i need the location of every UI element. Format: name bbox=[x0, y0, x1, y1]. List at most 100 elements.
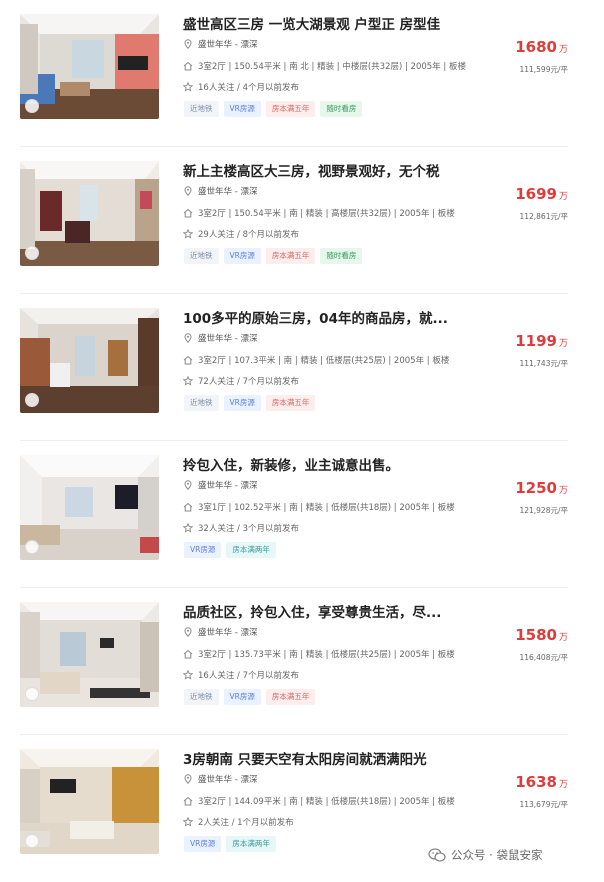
house-icon bbox=[183, 208, 193, 218]
house-info-row: 3室2厅 | 107.3平米 | 南 | 精装 | 低楼层(共25层) | 20… bbox=[183, 354, 449, 366]
follow-row: 16人关注 / 4个月以前发布 bbox=[183, 81, 299, 93]
vr-view-icon bbox=[25, 246, 39, 260]
house-info-row: 3室2厅 | 150.54平米 | 南 北 | 精装 | 中楼层(共32层) |… bbox=[183, 60, 466, 72]
unit-price: 113,679元/平 bbox=[519, 800, 568, 809]
follow-info: 16人关注 / 4个月以前发布 bbox=[198, 83, 299, 93]
tag-list: 近地铁 VR房源 房本满五年 bbox=[184, 689, 316, 705]
follow-info: 29人关注 / 8个月以前发布 bbox=[198, 230, 299, 240]
house-info: 3室2厅 | 107.3平米 | 南 | 精装 | 低楼层(共25层) | 20… bbox=[198, 356, 450, 366]
total-price: 1699 万 bbox=[515, 184, 568, 203]
listing-card[interactable]: 盛世高区三房 一览大湖景观 户型正 房型佳 盛世年华 - 漂深 3室2厅 | 1… bbox=[0, 0, 604, 147]
tag: 房本满五年 bbox=[265, 101, 316, 117]
tag: 近地铁 bbox=[184, 395, 219, 411]
house-icon bbox=[183, 649, 193, 659]
tag: VR房源 bbox=[223, 395, 261, 411]
star-icon bbox=[183, 817, 193, 827]
tag-list: VR房源 房本满两年 bbox=[184, 836, 276, 852]
star-icon bbox=[183, 229, 193, 239]
price-unit: 万 bbox=[558, 486, 568, 496]
unit-price: 121,928元/平 bbox=[519, 506, 568, 515]
listing-card[interactable]: 拎包入住，新装修，业主诚意出售。 盛世年华 - 漂深 3室1厅 | 102.52… bbox=[0, 441, 604, 588]
listing-card[interactable]: 品质社区，拎包入住，享受尊贵生活，尽... 盛世年华 - 漂深 3室2厅 | 1… bbox=[0, 588, 604, 735]
tag: VR房源 bbox=[223, 101, 261, 117]
house-info-row: 3室2厅 | 150.54平米 | 南 | 精装 | 高楼层(共32层) | 2… bbox=[183, 207, 455, 219]
location-row: 盛世年华 - 漂深 bbox=[183, 479, 257, 491]
location-row: 盛世年华 - 漂深 bbox=[183, 626, 257, 638]
house-icon bbox=[183, 355, 193, 365]
tag: 随时看房 bbox=[320, 248, 363, 264]
house-info: 3室2厅 | 135.73平米 | 南 | 精装 | 低楼层(共25层) | 2… bbox=[198, 650, 455, 660]
tag: VR房源 bbox=[184, 542, 222, 558]
follow-row: 72人关注 / 7个月以前发布 bbox=[183, 375, 299, 387]
price-unit: 万 bbox=[558, 45, 568, 55]
star-icon bbox=[183, 82, 193, 92]
price-unit: 万 bbox=[558, 192, 568, 202]
house-info-row: 3室2厅 | 135.73平米 | 南 | 精装 | 低楼层(共25层) | 2… bbox=[183, 648, 455, 660]
community-link[interactable]: 盛世年华 - 漂深 bbox=[198, 38, 257, 50]
price-unit: 万 bbox=[558, 339, 568, 349]
location-row: 盛世年华 - 漂深 bbox=[183, 332, 257, 344]
room-photo-image bbox=[20, 749, 159, 854]
star-icon bbox=[183, 523, 193, 533]
tag: 随时看房 bbox=[320, 101, 363, 117]
community-link[interactable]: 盛世年华 - 漂深 bbox=[198, 626, 257, 638]
community-link[interactable]: 盛世年华 - 漂深 bbox=[198, 773, 257, 785]
tag: 房本满两年 bbox=[226, 542, 276, 558]
listing-photo[interactable] bbox=[20, 455, 159, 560]
listing-photo[interactable] bbox=[20, 749, 159, 854]
house-info-row: 3室2厅 | 144.09平米 | 南 | 精装 | 低楼层(共18层) | 2… bbox=[183, 795, 455, 807]
house-icon bbox=[183, 502, 193, 512]
room-photo-image bbox=[20, 14, 159, 119]
house-info: 3室2厅 | 144.09平米 | 南 | 精装 | 低楼层(共18层) | 2… bbox=[198, 797, 455, 807]
community-link[interactable]: 盛世年华 - 漂深 bbox=[198, 185, 257, 197]
room-photo-image bbox=[20, 455, 159, 560]
unit-price: 111,743元/平 bbox=[519, 359, 568, 368]
listing-photo[interactable] bbox=[20, 308, 159, 413]
price-unit: 万 bbox=[558, 633, 568, 643]
follow-info: 32人关注 / 3个月以前发布 bbox=[198, 524, 299, 534]
tag: 近地铁 bbox=[184, 101, 219, 117]
location-pin-icon bbox=[184, 627, 192, 637]
listing-card[interactable]: 新上主楼高区大三房，视野景观好，无个税 盛世年华 - 漂深 3室2厅 | 150… bbox=[0, 147, 604, 294]
unit-price: 112,861元/平 bbox=[519, 212, 568, 221]
room-photo-image bbox=[20, 161, 159, 266]
vr-view-icon bbox=[25, 99, 39, 113]
vr-view-icon bbox=[25, 687, 39, 701]
listing-title[interactable]: 盛世高区三房 一览大湖景观 户型正 房型佳 bbox=[183, 13, 440, 33]
listing-title[interactable]: 品质社区，拎包入住，享受尊贵生活，尽... bbox=[183, 601, 441, 621]
watermark: 公众号 · 袋鼠安家 bbox=[428, 847, 542, 863]
listing-photo[interactable] bbox=[20, 14, 159, 119]
follow-row: 16人关注 / 7个月以前发布 bbox=[183, 669, 299, 681]
tag: 房本满两年 bbox=[226, 836, 276, 852]
listing-photo[interactable] bbox=[20, 602, 159, 707]
vr-view-icon bbox=[25, 393, 39, 407]
unit-price: 111,599元/平 bbox=[519, 65, 568, 74]
price-value: 1680 bbox=[515, 38, 557, 56]
wechat-icon bbox=[428, 848, 446, 862]
listing-title[interactable]: 3房朝南 只要天空有太阳房间就洒满阳光 bbox=[183, 748, 427, 768]
price-value: 1699 bbox=[515, 185, 557, 203]
total-price: 1680 万 bbox=[515, 37, 568, 56]
listing-title[interactable]: 拎包入住，新装修，业主诚意出售。 bbox=[183, 454, 399, 474]
tag-list: 近地铁 VR房源 房本满五年 随时看房 bbox=[184, 248, 363, 264]
total-price: 1638 万 bbox=[515, 772, 568, 791]
watermark-text: 公众号 · 袋鼠安家 bbox=[451, 848, 543, 862]
community-link[interactable]: 盛世年华 - 漂深 bbox=[198, 479, 257, 491]
tag: 房本满五年 bbox=[265, 689, 316, 705]
house-icon bbox=[183, 61, 193, 71]
location-pin-icon bbox=[184, 39, 192, 49]
follow-info: 16人关注 / 7个月以前发布 bbox=[198, 671, 299, 681]
price-value: 1250 bbox=[515, 479, 557, 497]
listing-title[interactable]: 100多平的原始三房，04年的商品房，就... bbox=[183, 307, 448, 327]
price-value: 1199 bbox=[515, 332, 557, 350]
listing-photo[interactable] bbox=[20, 161, 159, 266]
location-row: 盛世年华 - 漂深 bbox=[183, 38, 257, 50]
tag: 房本满五年 bbox=[265, 395, 316, 411]
unit-price: 116,408元/平 bbox=[519, 653, 568, 662]
listing-title[interactable]: 新上主楼高区大三房，视野景观好，无个税 bbox=[183, 160, 440, 180]
listing-card[interactable]: 100多平的原始三房，04年的商品房，就... 盛世年华 - 漂深 3室2厅 |… bbox=[0, 294, 604, 441]
price-unit: 万 bbox=[558, 780, 568, 790]
follow-row: 32人关注 / 3个月以前发布 bbox=[183, 522, 299, 534]
community-link[interactable]: 盛世年华 - 漂深 bbox=[198, 332, 257, 344]
tag-list: VR房源 房本满两年 bbox=[184, 542, 276, 558]
